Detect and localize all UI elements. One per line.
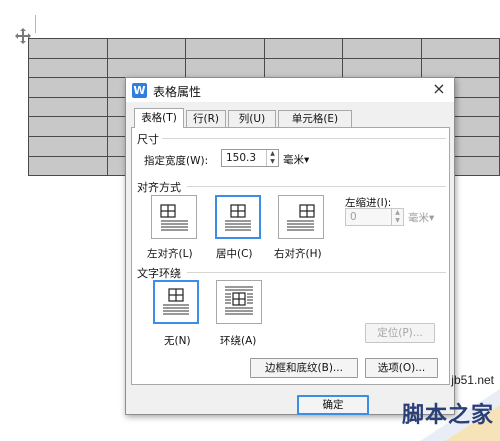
size-section-title: 尺寸 — [137, 133, 159, 146]
width-unit-label: 毫米 — [283, 154, 304, 166]
spin-arrows-icon[interactable]: ▲ ▼ — [266, 150, 278, 166]
wps-app-icon: W — [132, 83, 147, 98]
table-cell[interactable] — [28, 155, 108, 177]
borders-shading-button[interactable]: 边框和底纹(B)... — [250, 358, 358, 378]
indent-unit-select[interactable]: 毫米▾ — [408, 210, 434, 225]
site-watermark: jb51.net 脚本之家 — [350, 371, 500, 441]
align-left-option[interactable] — [151, 195, 197, 239]
tab-row[interactable]: 行(R) — [186, 110, 226, 127]
table-cell[interactable] — [28, 116, 108, 137]
section-divider — [187, 186, 446, 187]
table-properties-dialog: W 表格属性 × 表格(T) 行(R) 列(U) 单元格(E) 尺寸 指定宽度(… — [125, 77, 455, 415]
table-cell[interactable] — [28, 57, 108, 79]
width-value: 150.3 — [226, 152, 257, 164]
position-button[interactable]: 定位(P)... — [365, 323, 435, 343]
dialog-titlebar[interactable]: W 表格属性 × — [126, 78, 454, 102]
table-cell[interactable] — [28, 96, 108, 118]
table-cell[interactable] — [28, 135, 108, 157]
dropdown-arrow-icon: ▾ — [429, 212, 435, 224]
table-cell[interactable] — [342, 57, 422, 79]
table-cell[interactable] — [28, 38, 108, 59]
text-cursor — [35, 15, 36, 33]
table-cell[interactable] — [106, 38, 186, 59]
indent-unit-label: 毫米 — [408, 212, 429, 224]
align-right-label[interactable]: 右对齐(H) — [274, 246, 322, 261]
tab-table[interactable]: 表格(T) — [134, 108, 184, 128]
table-cell[interactable] — [263, 38, 343, 59]
watermark-name: 脚本之家 — [401, 403, 494, 428]
table-row — [28, 38, 500, 59]
table-cell[interactable] — [342, 38, 422, 59]
wrap-none-option[interactable] — [153, 280, 199, 324]
tab-column[interactable]: 列(U) — [228, 110, 276, 127]
width-unit-select[interactable]: 毫米▾ — [283, 152, 309, 167]
align-right-option[interactable] — [278, 195, 324, 239]
left-indent-value: 0 — [350, 211, 357, 223]
table-cell[interactable] — [106, 57, 186, 79]
wrap-section-title: 文字环绕 — [137, 267, 181, 280]
align-center-option[interactable] — [215, 195, 261, 239]
table-cell[interactable] — [28, 77, 108, 98]
left-indent-spinbox[interactable]: 0 ▲ ▼ — [345, 208, 404, 226]
wrap-around-icon — [225, 286, 253, 315]
wrap-none-label[interactable]: 无(N) — [164, 333, 191, 348]
width-spinbox[interactable]: 150.3 ▲ ▼ — [221, 149, 279, 167]
spin-arrows-icon[interactable]: ▲ ▼ — [391, 209, 403, 225]
tab-panel-table: 尺寸 指定宽度(W): 150.3 ▲ ▼ 毫米▾ 对齐方式 左对齐(L) 居中… — [131, 127, 450, 385]
tab-cell[interactable]: 单元格(E) — [278, 110, 352, 127]
align-left-label[interactable]: 左对齐(L) — [147, 246, 193, 261]
watermark-site: jb51.net — [451, 373, 494, 387]
dropdown-arrow-icon: ▾ — [304, 154, 310, 166]
table-cell[interactable] — [263, 57, 343, 79]
dialog-title: 表格属性 — [153, 85, 202, 99]
wrap-around-label[interactable]: 环绕(A) — [220, 333, 256, 348]
width-label: 指定宽度(W): — [144, 155, 209, 167]
align-center-icon — [225, 204, 251, 231]
alignment-section-title: 对齐方式 — [137, 181, 181, 194]
wrap-none-icon — [163, 288, 189, 315]
section-divider — [187, 272, 446, 273]
table-cell[interactable] — [185, 38, 265, 59]
align-center-label[interactable]: 居中(C) — [216, 246, 253, 261]
section-divider — [162, 138, 446, 139]
table-cell[interactable] — [420, 57, 500, 79]
table-row — [28, 57, 500, 79]
close-button[interactable]: × — [431, 81, 447, 97]
align-right-icon — [287, 204, 315, 231]
table-cell[interactable] — [420, 38, 500, 59]
table-cell[interactable] — [185, 57, 265, 79]
align-left-icon — [160, 204, 188, 231]
wrap-around-option[interactable] — [216, 280, 262, 324]
